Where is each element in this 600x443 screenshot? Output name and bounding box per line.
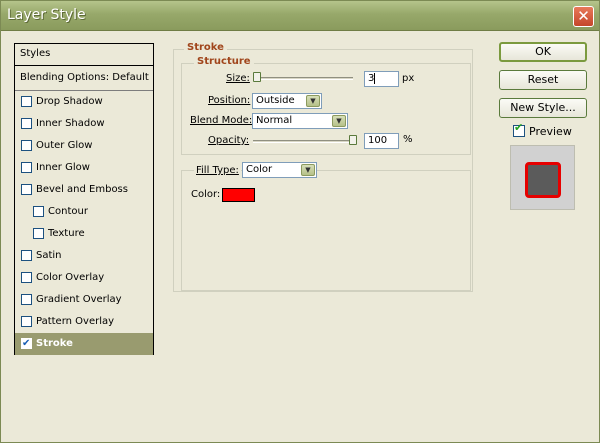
chevron-down-icon[interactable]: ▼ [306, 95, 320, 107]
stroke-color-swatch[interactable] [222, 188, 255, 202]
style-item-label: Contour [48, 206, 88, 217]
style-checkbox[interactable] [21, 316, 32, 327]
style-item-label: Drop Shadow [36, 96, 103, 107]
style-checkbox[interactable] [21, 140, 32, 151]
color-label: Color: [191, 189, 221, 200]
opacity-label: Opacity: [208, 135, 249, 146]
style-item-label: Satin [36, 250, 62, 261]
style-checkbox[interactable] [33, 228, 44, 239]
chevron-down-icon[interactable]: ▼ [332, 115, 346, 127]
blend-mode-label-text: Blend Mode: [190, 115, 253, 126]
style-checkbox[interactable] [21, 333, 32, 355]
size-label-text: Size: [226, 73, 250, 84]
preview-shape [525, 162, 561, 198]
style-item-inner-shadow[interactable]: Inner Shadow [15, 113, 153, 135]
style-item-label: Texture [48, 228, 85, 239]
reset-button[interactable]: Reset [499, 70, 587, 90]
opacity-slider-thumb[interactable] [349, 135, 357, 145]
style-checkbox[interactable] [21, 250, 32, 261]
fill-type-label-text: Fill Type: [196, 165, 239, 176]
preview-label: Preview [529, 125, 572, 138]
size-label: Size: [226, 73, 250, 84]
style-item-label: Pattern Overlay [36, 316, 115, 327]
style-item-texture[interactable]: Texture [15, 223, 153, 245]
opacity-slider-track[interactable] [253, 140, 357, 143]
size-input[interactable]: 3 [364, 71, 399, 87]
blending-options-item[interactable]: Blending Options: Default [15, 66, 153, 91]
style-item-drop-shadow[interactable]: Drop Shadow [15, 91, 153, 113]
style-item-label: Gradient Overlay [36, 294, 122, 305]
blend-mode-select[interactable]: Normal ▼ [252, 113, 348, 129]
style-checkbox[interactable] [21, 96, 32, 107]
position-label-text: Position: [208, 95, 251, 106]
new-style-button[interactable]: New Style... [499, 98, 587, 118]
style-checkbox[interactable] [21, 272, 32, 283]
styles-list: Styles Blending Options: Default Drop Sh… [14, 43, 154, 355]
text-caret [374, 72, 376, 84]
style-item-satin[interactable]: Satin [15, 245, 153, 267]
size-unit: px [402, 73, 415, 84]
fill-type-select[interactable]: Color ▼ [242, 162, 317, 178]
style-item-outer-glow[interactable]: Outer Glow [15, 135, 153, 157]
opacity-unit: % [403, 134, 413, 145]
layer-style-dialog: Layer Style ✕ Styles Blending Options: D… [0, 0, 600, 443]
blend-mode-value: Normal [256, 115, 293, 126]
stroke-title: Stroke [184, 42, 227, 53]
chevron-down-icon[interactable]: ▼ [301, 164, 315, 176]
opacity-label-text: Opacity: [208, 135, 250, 146]
ok-button[interactable]: OK [499, 42, 587, 62]
style-item-stroke[interactable]: Stroke [15, 333, 153, 355]
title-bar[interactable]: Layer Style ✕ [1, 1, 599, 31]
style-checkbox[interactable] [21, 294, 32, 305]
style-item-label: Outer Glow [36, 140, 93, 151]
fill-type-value: Color [246, 164, 273, 175]
position-value: Outside [256, 95, 295, 106]
style-item-label: Inner Glow [36, 162, 90, 173]
style-preview [510, 145, 575, 210]
style-item-color-overlay[interactable]: Color Overlay [15, 267, 153, 289]
style-item-pattern-overlay[interactable]: Pattern Overlay [15, 311, 153, 333]
style-item-label: Inner Shadow [36, 118, 105, 129]
position-label: Position: [208, 95, 250, 106]
style-checkbox[interactable] [21, 118, 32, 129]
close-icon[interactable]: ✕ [573, 6, 594, 27]
style-item-bevel-and-emboss[interactable]: Bevel and Emboss [15, 179, 153, 201]
style-item-label: Color Overlay [36, 272, 105, 283]
preview-checkbox[interactable] [513, 121, 525, 137]
style-item-label: Stroke [36, 338, 73, 349]
window-title: Layer Style [7, 7, 86, 23]
style-item-label: Bevel and Emboss [36, 184, 128, 195]
style-checkbox[interactable] [21, 184, 32, 195]
opacity-value: 100 [368, 135, 388, 146]
fill-type-label: Fill Type: [194, 165, 241, 176]
style-checkbox[interactable] [33, 206, 44, 217]
style-checkbox[interactable] [21, 162, 32, 173]
opacity-input[interactable]: 100 [364, 133, 399, 149]
position-select[interactable]: Outside ▼ [252, 93, 322, 109]
styles-header[interactable]: Styles [15, 44, 153, 66]
size-slider-track[interactable] [253, 77, 353, 80]
blend-mode-label: Blend Mode: [190, 115, 252, 126]
style-item-contour[interactable]: Contour [15, 201, 153, 223]
style-items: Drop Shadow Inner Shadow Outer Glow Inner G… [15, 91, 153, 355]
structure-title: Structure [194, 56, 254, 67]
style-item-inner-glow[interactable]: Inner Glow [15, 157, 153, 179]
style-item-gradient-overlay[interactable]: Gradient Overlay [15, 289, 153, 311]
size-slider-thumb[interactable] [253, 72, 261, 82]
